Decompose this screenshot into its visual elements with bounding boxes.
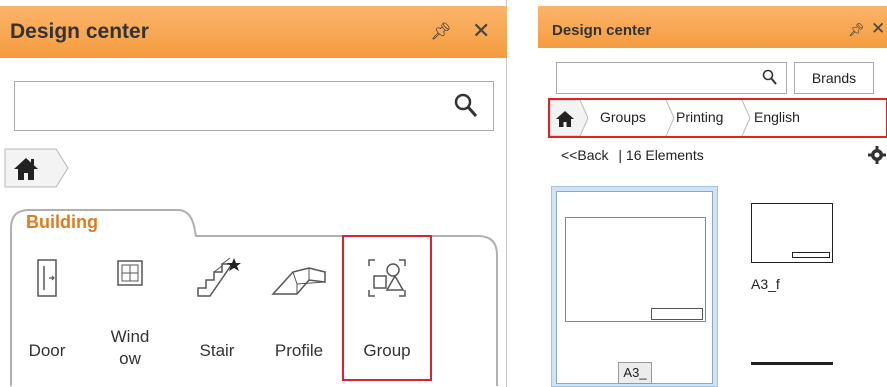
panel-title-bar: Design center 📌︎ ✕ <box>538 6 887 48</box>
tool-window[interactable]: Wind ow <box>95 258 165 370</box>
element-thumbnail-partial[interactable] <box>751 362 833 387</box>
breadcrumb-item-groups[interactable]: Groups <box>600 109 646 125</box>
tool-profile[interactable]: Profile <box>264 256 334 362</box>
pin-icon[interactable]: 📌︎ <box>848 22 865 38</box>
element-thumbnail-selected[interactable] <box>551 186 718 387</box>
element-count: | 16 Elements <box>618 147 704 163</box>
pin-icon[interactable]: 📌︎ <box>430 22 452 42</box>
breadcrumb: Groups Printing English <box>548 98 887 138</box>
search-icon[interactable] <box>453 92 479 120</box>
panel-title: Design center <box>552 22 652 39</box>
search-input[interactable] <box>556 62 787 94</box>
element-tooltip: A3_ <box>618 362 652 384</box>
breadcrumb-home[interactable] <box>4 148 70 188</box>
design-center-panel-large: Design center 📌︎ ✕ Building Door Wind ow… <box>0 0 507 387</box>
breadcrumb-item-english[interactable]: English <box>754 109 800 125</box>
panel-title-bar: Design center 📌︎ ✕ <box>0 6 507 58</box>
search-input[interactable] <box>14 81 494 131</box>
stair-icon <box>197 257 241 297</box>
tool-label: Profile <box>274 341 324 360</box>
tool-stair[interactable]: Stair <box>182 256 252 362</box>
drawing-preview <box>556 191 713 384</box>
design-center-panel-small: Design center 📌︎ ✕ Brands Groups Printin… <box>538 0 887 387</box>
title-block <box>792 252 830 258</box>
tool-door[interactable]: Door <box>12 256 82 362</box>
breadcrumb <box>0 148 507 188</box>
tool-label: Door <box>28 341 66 360</box>
brands-button[interactable]: Brands <box>794 62 874 94</box>
category-label: Building <box>26 212 98 232</box>
element-thumbnail[interactable] <box>751 203 833 263</box>
window-icon <box>117 260 143 286</box>
tool-label: Stair <box>199 341 235 360</box>
group-highlight-box <box>342 235 432 381</box>
panel-title: Design center <box>10 20 149 43</box>
breadcrumb-item-printing[interactable]: Printing <box>676 109 723 125</box>
drawing-frame <box>565 217 706 322</box>
tool-label: Wind ow <box>110 327 150 368</box>
profile-icon <box>271 267 326 295</box>
gear-icon[interactable] <box>868 146 886 164</box>
back-link[interactable]: <<Back <box>561 147 608 163</box>
door-icon <box>37 259 57 297</box>
search-icon[interactable] <box>762 69 778 87</box>
title-block <box>651 308 703 320</box>
element-label: A3_f <box>751 276 780 292</box>
back-link-row: <<Back | 16 Elements <box>561 147 704 163</box>
close-icon[interactable]: ✕ <box>871 19 885 39</box>
close-icon[interactable]: ✕ <box>472 18 490 44</box>
